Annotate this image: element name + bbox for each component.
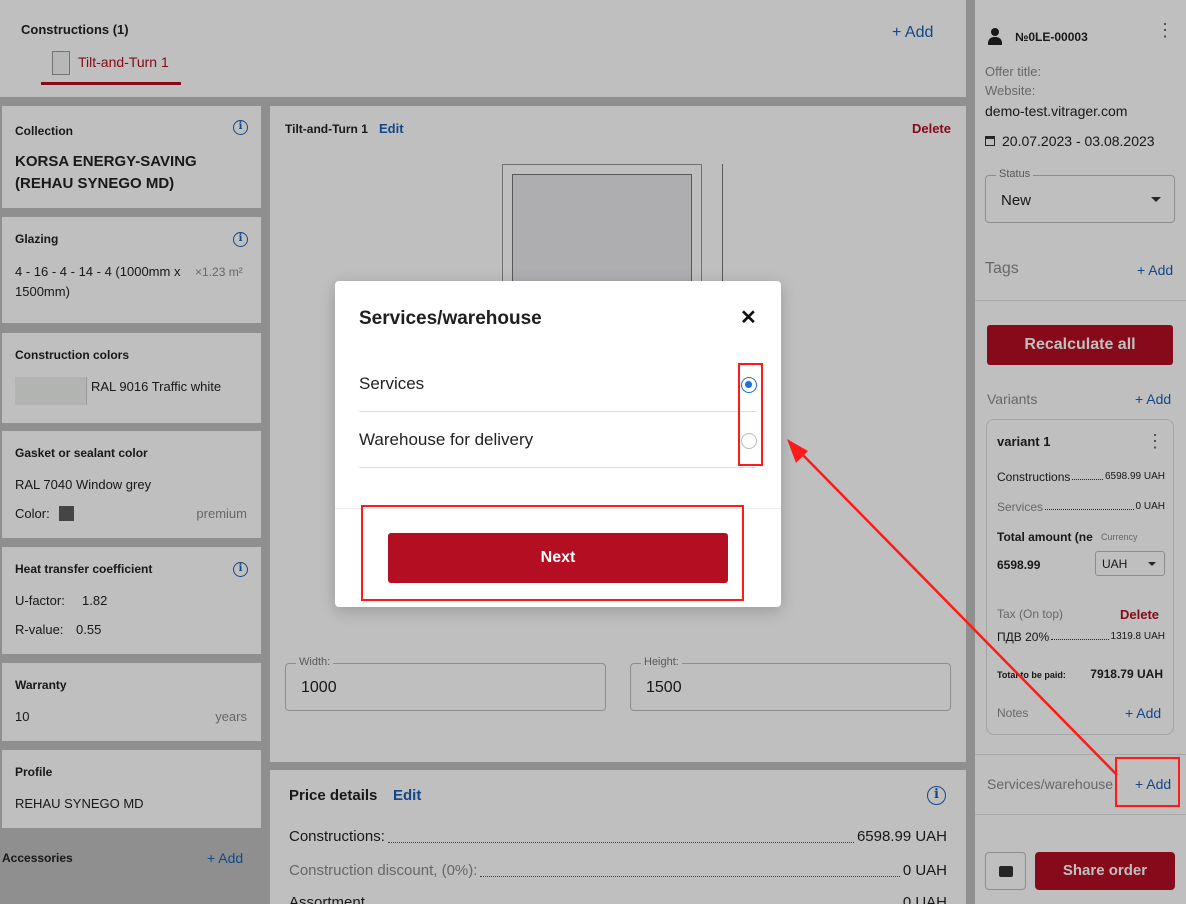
option-services[interactable]: Services: [359, 356, 757, 412]
add-highlight-box: [1115, 757, 1180, 807]
option-label: Services: [359, 374, 425, 393]
option-label: Warehouse for delivery: [359, 430, 534, 449]
option-warehouse[interactable]: Warehouse for delivery: [359, 412, 757, 468]
radio-highlight-box: [738, 363, 763, 466]
modal-title: Services/warehouse: [359, 308, 542, 329]
next-highlight-box: [361, 505, 744, 601]
close-icon[interactable]: ✕: [740, 305, 757, 330]
